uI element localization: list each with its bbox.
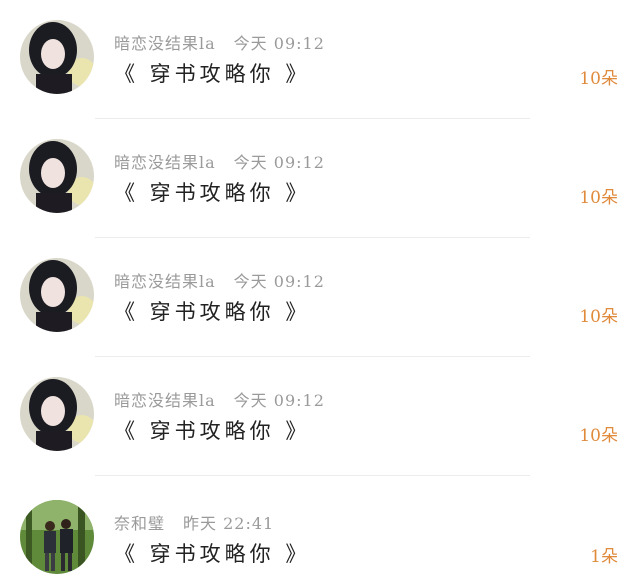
girl-photo-icon [20, 258, 94, 332]
timestamp: 今天 09:12 [233, 34, 325, 53]
girl-photo-icon [20, 139, 94, 213]
username[interactable]: 暗恋没结果la [114, 34, 216, 53]
flower-count: 10朵 [579, 188, 618, 208]
item-meta: 暗恋没结果la 今天 09:12 [114, 268, 325, 292]
username[interactable]: 暗恋没结果la [114, 272, 216, 291]
timestamp: 今天 09:12 [233, 272, 325, 291]
item-meta: 暗恋没结果la 今天 09:12 [114, 387, 325, 411]
flower-count: 10朵 [579, 69, 618, 89]
avatar[interactable] [20, 20, 94, 94]
item-meta: 奈和璧 昨天 22:41 [114, 510, 274, 534]
book-title[interactable]: 《 穿书攻略你 》 [114, 177, 310, 207]
timestamp: 今天 09:12 [233, 153, 325, 172]
avatar[interactable] [20, 139, 94, 213]
username[interactable]: 暗恋没结果la [114, 153, 216, 172]
timestamp: 今天 09:12 [233, 391, 325, 410]
flower-count: 10朵 [579, 307, 618, 327]
book-title[interactable]: 《 穿书攻略你 》 [114, 296, 310, 326]
avatar[interactable] [20, 500, 94, 574]
avatar[interactable] [20, 258, 94, 332]
list-item[interactable]: 暗恋没结果la 今天 09:12 《 穿书攻略你 》 10朵 [0, 357, 640, 476]
girl-photo-icon [20, 377, 94, 451]
list-item[interactable]: 奈和璧 昨天 22:41 《 穿书攻略你 》 1朵 [0, 476, 640, 588]
flower-count: 1朵 [590, 547, 618, 567]
list-item[interactable]: 暗恋没结果la 今天 09:12 《 穿书攻略你 》 10朵 [0, 0, 640, 119]
username[interactable]: 暗恋没结果la [114, 391, 216, 410]
girl-photo-icon [20, 20, 94, 94]
book-title[interactable]: 《 穿书攻略你 》 [114, 538, 310, 568]
book-title[interactable]: 《 穿书攻略你 》 [114, 58, 310, 88]
timestamp: 昨天 22:41 [183, 514, 275, 533]
username[interactable]: 奈和璧 [114, 514, 165, 533]
forest-couple-icon [20, 500, 94, 574]
gift-record-list: 暗恋没结果la 今天 09:12 《 穿书攻略你 》 10朵 暗恋没结果la 今天 … [0, 0, 640, 588]
item-meta: 暗恋没结果la 今天 09:12 [114, 149, 325, 173]
book-title[interactable]: 《 穿书攻略你 》 [114, 415, 310, 445]
flower-count: 10朵 [579, 426, 618, 446]
item-meta: 暗恋没结果la 今天 09:12 [114, 30, 325, 54]
avatar[interactable] [20, 377, 94, 451]
list-item[interactable]: 暗恋没结果la 今天 09:12 《 穿书攻略你 》 10朵 [0, 238, 640, 357]
list-item[interactable]: 暗恋没结果la 今天 09:12 《 穿书攻略你 》 10朵 [0, 119, 640, 238]
